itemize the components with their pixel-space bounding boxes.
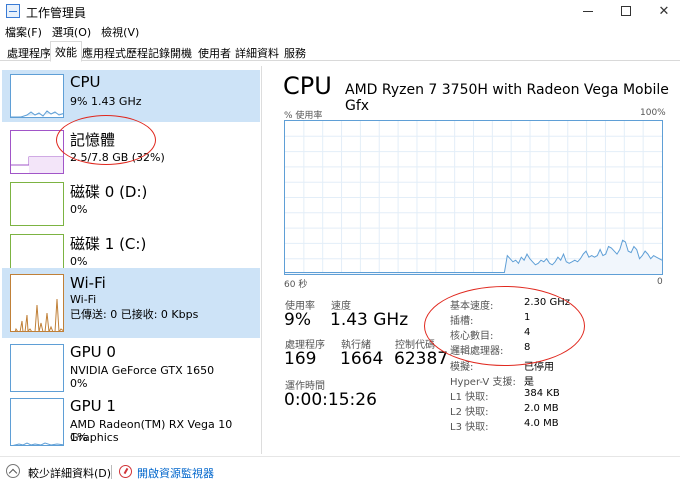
memory-highlight-circle bbox=[56, 115, 156, 165]
sidebar-item-sub: 9% 1.43 GHz bbox=[70, 95, 142, 108]
spec-hyperv-label: Hyper-V 支援: bbox=[450, 377, 516, 388]
sidebar-item-title: GPU 0 bbox=[70, 343, 116, 361]
uptime-value: 0:00:15:26 bbox=[284, 390, 377, 410]
tab-bar: 處理程序 效能 應用程式歷程記錄 開機 使用者 詳細資料 服務 bbox=[0, 40, 680, 62]
sidebar-item-cpu[interactable]: CPU 9% 1.43 GHz bbox=[2, 70, 260, 122]
sidebar-item-sub: AMD Radeon(TM) RX Vega 10 Graphics bbox=[70, 418, 233, 444]
tab-details[interactable]: 詳細資料 bbox=[230, 42, 284, 61]
menu-options[interactable]: 選項(O) bbox=[47, 22, 96, 40]
graph-x-label: 60 秒 bbox=[284, 280, 308, 290]
window-title: 工作管理員 bbox=[26, 6, 87, 20]
sidebar-item-title: 磁碟 0 (D:) bbox=[70, 183, 148, 201]
minimize-icon bbox=[583, 10, 593, 12]
tab-processes[interactable]: 處理程序 bbox=[2, 42, 56, 61]
close-button[interactable]: ✕ bbox=[642, 0, 680, 22]
sidebar-item-sub2: 0% bbox=[70, 377, 88, 390]
wifi-thumbnail-graph bbox=[14, 298, 63, 331]
spec-l3-label: L3 快取: bbox=[450, 422, 489, 433]
speed-value: 1.43 GHz bbox=[330, 310, 409, 330]
tab-services[interactable]: 服務 bbox=[279, 42, 311, 61]
sidebar-item-sub: NVIDIA GeForce GTX 1650 bbox=[70, 364, 215, 377]
sidebar-item-title: 磁碟 1 (C:) bbox=[70, 235, 147, 253]
handles-value: 62387 bbox=[394, 349, 449, 369]
title-bar: 工作管理員 ✕ bbox=[0, 0, 680, 22]
spec-l1-value: 384 KB bbox=[524, 388, 560, 399]
sidebar-item-gpu-0[interactable]: GPU 0 NVIDIA GeForce GTX 1650 0% bbox=[2, 340, 260, 396]
task-manager-icon bbox=[6, 4, 20, 18]
sidebar-item-title: CPU bbox=[70, 73, 101, 91]
fewer-details-link[interactable]: 較少詳細資料(D) bbox=[28, 465, 111, 481]
gpu-0-thumbnail bbox=[10, 344, 64, 392]
sidebar-item-sub2: 已傳送: 0 已接收: 0 Kbps bbox=[70, 308, 199, 321]
processes-value: 169 bbox=[284, 349, 317, 369]
graph-y-max: 100% bbox=[640, 108, 666, 118]
sidebar-item-sub: 0% bbox=[70, 203, 88, 216]
open-resource-monitor-link[interactable]: 開啟資源監視器 bbox=[137, 465, 214, 481]
wifi-thumbnail bbox=[10, 274, 64, 332]
sidebar-item-title: GPU 1 bbox=[70, 397, 116, 415]
resource-monitor-icon[interactable] bbox=[119, 465, 132, 478]
tab-app-history[interactable]: 應用程式歷程記錄 bbox=[77, 42, 175, 61]
sidebar-item-gpu-1[interactable]: GPU 1 AMD Radeon(TM) RX Vega 10 Graphics… bbox=[2, 394, 260, 450]
cpu-usage-chart bbox=[285, 121, 663, 274]
menu-bar: 檔案(F) 選項(O) 檢視(V) bbox=[0, 22, 144, 40]
sidebar-item-title: Wi-Fi bbox=[70, 274, 106, 292]
spec-hyperv-value: 是 bbox=[524, 377, 534, 388]
graph-x-end: 0 bbox=[657, 277, 663, 287]
maximize-icon bbox=[621, 6, 631, 16]
spec-l2-value: 2.0 MB bbox=[524, 403, 559, 414]
menu-file[interactable]: 檔案(F) bbox=[0, 22, 47, 40]
cpu-model-name: AMD Ryzen 7 3750H with Radeon Vega Mobil… bbox=[345, 82, 669, 114]
sidebar-item-sub: Wi-Fi bbox=[70, 293, 97, 306]
page-title: CPU bbox=[283, 72, 332, 100]
cpu-thumbnail bbox=[10, 74, 64, 118]
sidebar-item-disk-0[interactable]: 磁碟 0 (D:) 0% bbox=[2, 178, 260, 230]
close-icon: ✕ bbox=[658, 3, 670, 19]
spec-l3-value: 4.0 MB bbox=[524, 418, 559, 429]
collapse-icon[interactable] bbox=[6, 464, 20, 478]
sidebar-item-sub: 0% bbox=[70, 255, 88, 268]
menu-view[interactable]: 檢視(V) bbox=[96, 22, 144, 40]
gpu-1-thumbnail bbox=[10, 398, 64, 446]
sidebar-item-wifi[interactable]: Wi-Fi Wi-Fi 已傳送: 0 已接收: 0 Kbps bbox=[2, 268, 260, 338]
disk-0-thumbnail bbox=[10, 182, 64, 226]
spec-l1-label: L1 快取: bbox=[450, 392, 489, 403]
specs-highlight-circle bbox=[424, 286, 585, 366]
sidebar-item-sub2: 1% bbox=[70, 431, 88, 444]
cpu-usage-graph bbox=[284, 120, 663, 275]
usage-value: 9% bbox=[284, 310, 311, 330]
gpu-1-thumbnail-graph bbox=[12, 442, 63, 445]
spec-l2-label: L2 快取: bbox=[450, 407, 489, 418]
cpu-thumbnail-graph bbox=[11, 110, 63, 117]
footer-divider bbox=[111, 465, 112, 479]
threads-value: 1664 bbox=[340, 349, 384, 369]
footer: 較少詳細資料(D) 開啟資源監視器 bbox=[0, 456, 680, 486]
